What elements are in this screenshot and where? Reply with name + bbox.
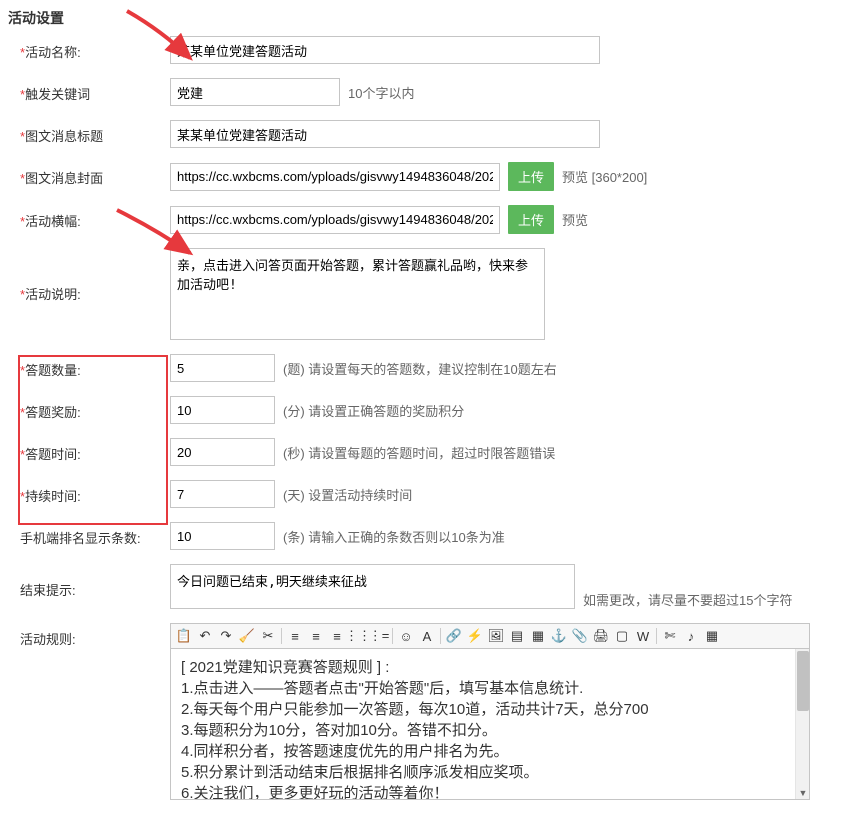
editor-body[interactable]: [ 2021党建知识竞赛答题规则 ] :1.点击进入——答题者点击"开始答题"后… [171,649,809,799]
editor-toolbar: 📋↶↷🧹✂≡≡≡⋮⋮⋮=☺A🔗⚡🖼▤▦⚓📎🖨▢W✄♪▦ [171,624,809,649]
rule-line: 2.每天每个用户只能参加一次答题，每次10道，活动共计7天，总分700 [181,699,799,720]
question-count-hint: (题) 请设置每天的答题数，建议控制在10题左右 [283,359,557,378]
print-icon[interactable]: 🖨 [592,627,610,645]
undo-icon[interactable]: ↶ [196,627,214,645]
activity-banner-hint: 预览 [562,210,588,229]
end-hint-textarea[interactable] [170,564,575,609]
activity-desc-label: *活动说明: [20,248,170,303]
article-cover-label: *图文消息封面 [20,162,170,187]
end-hint-side-hint: 如需更改，请尽量不要超过15个字符 [583,593,792,608]
activity-name-input[interactable] [170,36,600,64]
question-time-label: *答题时间: [20,438,170,463]
question-time-input[interactable] [170,438,275,466]
scrollbar[interactable]: ▲ ▼ [795,649,809,799]
activity-desc-textarea[interactable] [170,248,545,340]
duration-label: *持续时间: [20,480,170,505]
align-left-icon[interactable]: ≡ [286,627,304,645]
toolbar-separator [392,628,393,644]
cleardoc-icon[interactable]: 🧹 [238,627,256,645]
table-icon[interactable]: ▦ [529,627,547,645]
article-cover-upload-button[interactable]: 上传 [508,162,554,191]
trigger-keyword-input[interactable] [170,78,340,106]
rule-line: 5.积分累计到活动结束后根据排名顺序派发相应奖项。 [181,762,799,783]
activity-banner-label: *活动横幅: [20,205,170,230]
toolbar-separator [440,628,441,644]
trigger-keyword-hint: 10个字以内 [348,83,414,102]
question-reward-hint: (分) 请设置正确答题的奖励积分 [283,401,464,420]
source-icon[interactable]: 📋 [175,627,193,645]
rule-line: 6.关注我们，更多更好玩的活动等着你！ [181,783,799,799]
end-hint-label: 结束提示: [20,564,170,599]
article-title-label: *图文消息标题 [20,120,170,145]
list-ul-icon[interactable]: ⋮= [370,627,388,645]
activity-name-label: *活动名称: [20,36,170,61]
video-icon[interactable]: ▤ [508,627,526,645]
code-icon[interactable]: ▦ [703,627,721,645]
rule-line: [ 2021党建知识竞赛答题规则 ] : [181,657,799,678]
cut-icon[interactable]: ✄ [661,627,679,645]
removeformat-icon[interactable]: ✂ [259,627,277,645]
scroll-thumb[interactable] [797,651,809,711]
unlink-icon[interactable]: ⚡ [466,627,484,645]
article-cover-input[interactable] [170,163,500,191]
image-icon[interactable]: 🖼 [487,627,505,645]
rule-line: 4.同样积分者，按答题速度优先的用户排名为先。 [181,741,799,762]
activity-banner-upload-button[interactable]: 上传 [508,205,554,234]
question-count-label: *答题数量: [20,354,170,379]
scroll-down-icon[interactable]: ▼ [797,787,809,799]
toolbar-separator [281,628,282,644]
trigger-keyword-label: *触发关键词 [20,78,170,103]
attachment-icon[interactable]: 📎 [571,627,589,645]
activity-banner-input[interactable] [170,206,500,234]
rank-count-label: 手机端排名显示条数: [20,522,170,547]
emoticon-icon[interactable]: ☺ [397,627,415,645]
page-title: 活动设置 [0,0,850,36]
article-title-input[interactable] [170,120,600,148]
question-count-input[interactable] [170,354,275,382]
forecolor-icon[interactable]: A [418,627,436,645]
align-center-icon[interactable]: ≡ [307,627,325,645]
rank-count-input[interactable] [170,522,275,550]
template-icon[interactable]: ▢ [613,627,631,645]
rule-line: 3.每题积分为10分，答对加10分。答错不扣分。 [181,720,799,741]
rich-editor: 📋↶↷🧹✂≡≡≡⋮⋮⋮=☺A🔗⚡🖼▤▦⚓📎🖨▢W✄♪▦ [ 2021党建知识竞赛… [170,623,810,800]
question-reward-label: *答题奖励: [20,396,170,421]
align-right-icon[interactable]: ≡ [328,627,346,645]
rule-line: 1.点击进入——答题者点击"开始答题"后，填写基本信息统计. [181,678,799,699]
redo-icon[interactable]: ↷ [217,627,235,645]
question-time-hint: (秒) 请设置每题的答题时间，超过时限答题错误 [283,443,555,462]
rank-count-hint: (条) 请输入正确的条数否则以10条为准 [283,527,505,546]
anchor-icon[interactable]: ⚓ [550,627,568,645]
activity-rules-label: 活动规则: [20,623,170,648]
toolbar-separator [656,628,657,644]
list-ol-icon[interactable]: ⋮⋮ [349,627,367,645]
music-icon[interactable]: ♪ [682,627,700,645]
duration-hint: (天) 设置活动持续时间 [283,485,412,504]
duration-input[interactable] [170,480,275,508]
question-reward-input[interactable] [170,396,275,424]
article-cover-hint: 预览 [360*200] [562,167,647,186]
pasteword-icon[interactable]: W [634,627,652,645]
link-icon[interactable]: 🔗 [445,627,463,645]
